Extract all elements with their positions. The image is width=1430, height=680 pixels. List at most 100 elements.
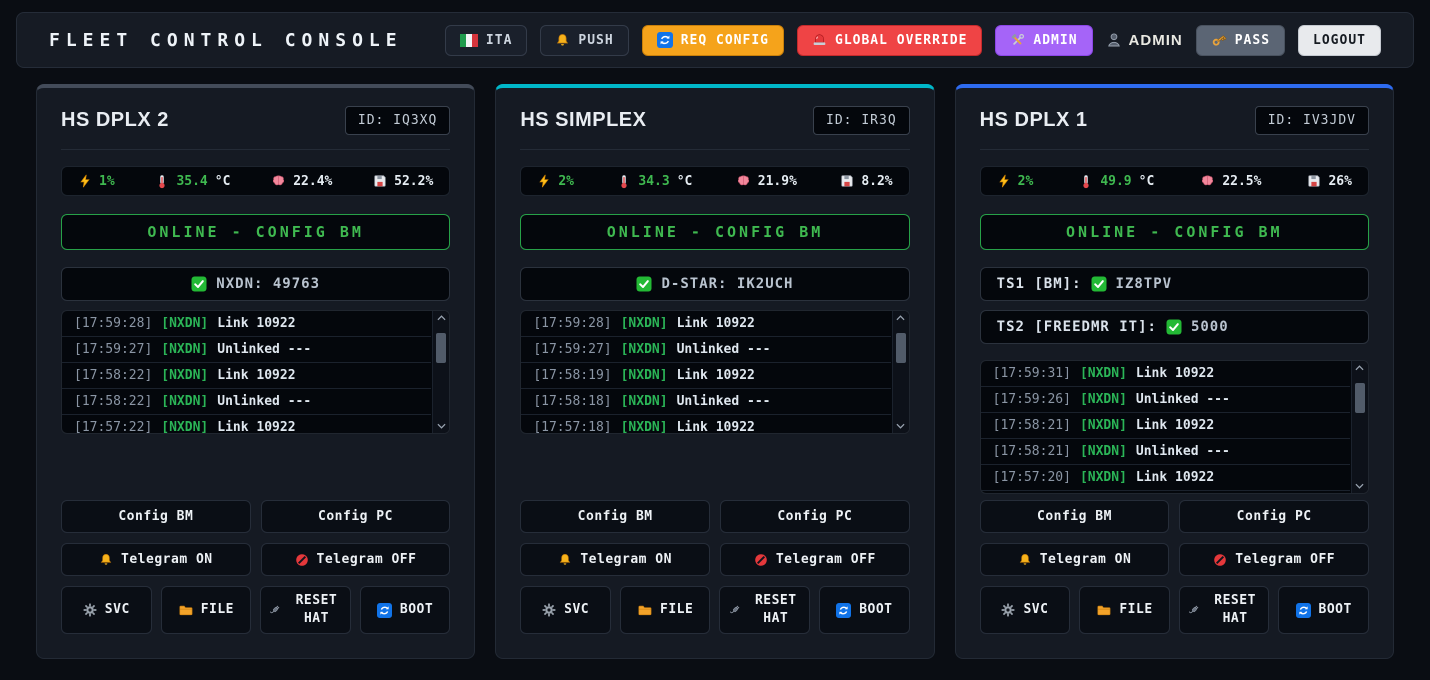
config-pc-button[interactable]: Config PC <box>1179 500 1369 533</box>
log-entry: [17:57:20][NXDN]Link 10922 <box>981 465 1350 491</box>
device-card-hs-simplex: HS SIMPLEX ID: IR3Q 2% 34.3°C 21.9% 8.2%… <box>495 84 934 659</box>
config-pc-button[interactable]: Config PC <box>720 500 910 533</box>
config-bm-button[interactable]: Config BM <box>520 500 710 533</box>
scroll-up-icon[interactable] <box>1355 361 1364 375</box>
boot-button[interactable]: BOOT <box>360 586 451 634</box>
stat-temperature-value: 35.4 <box>176 174 207 189</box>
stat-temperature-unit: °C <box>215 174 231 189</box>
log-panel[interactable]: [17:59:28][NXDN]Link 10922 [17:59:27][NX… <box>61 310 450 434</box>
divider <box>980 149 1369 150</box>
stat-temperature-unit: °C <box>677 174 693 189</box>
stat-temperature: 34.3°C <box>617 174 692 189</box>
req-config-button[interactable]: REQ CONFIG <box>642 25 784 56</box>
scroll-down-icon[interactable] <box>896 419 905 433</box>
push-button[interactable]: PUSH <box>540 25 628 56</box>
scrollbar[interactable] <box>892 311 909 433</box>
log-entry: [17:58:21][NXDN]Unlinked --- <box>981 439 1350 465</box>
thermometer-icon <box>1079 174 1093 189</box>
scroll-up-icon[interactable] <box>437 311 446 325</box>
sync-icon <box>836 603 851 618</box>
lightning-bolt-icon <box>78 174 92 188</box>
log-entry: [17:58:18][NXDN]Unlinked --- <box>521 389 890 415</box>
pass-button[interactable]: PASS <box>1196 25 1285 56</box>
stat-memory: 22.5% <box>1200 174 1261 189</box>
hammer-wrench-icon <box>1010 33 1025 48</box>
scroll-down-icon[interactable] <box>1355 479 1364 493</box>
telegram-off-button[interactable]: Telegram OFF <box>1179 543 1369 576</box>
svc-button[interactable]: SVC <box>520 586 611 634</box>
device-id-badge: ID: IR3Q <box>813 106 910 135</box>
telegram-on-button[interactable]: Telegram ON <box>520 543 710 576</box>
stat-power-value: 1% <box>99 174 115 189</box>
bell-icon <box>555 33 570 48</box>
card-deck: HS DPLX 2 ID: IQ3XQ 1% 35.4°C 22.4% 52.2… <box>36 84 1394 659</box>
log-panel[interactable]: [17:59:28][NXDN]Link 10922 [17:59:27][NX… <box>520 310 909 434</box>
floppy-icon <box>1307 174 1321 188</box>
file-button[interactable]: FILE <box>620 586 711 634</box>
sync-icon <box>1296 603 1311 618</box>
mode-slot-value: NXDN: 49763 <box>216 276 320 292</box>
reset-hat-button[interactable]: RESET HAT <box>260 586 351 634</box>
plug-icon <box>1187 603 1201 617</box>
reset-hat-button[interactable]: RESET HAT <box>719 586 810 634</box>
file-button[interactable]: FILE <box>161 586 252 634</box>
config-pc-button[interactable]: Config PC <box>261 500 451 533</box>
device-id-badge: ID: IQ3XQ <box>345 106 450 135</box>
device-id-badge: ID: IV3JDV <box>1255 106 1369 135</box>
svc-button[interactable]: SVC <box>61 586 152 634</box>
file-button[interactable]: FILE <box>1079 586 1170 634</box>
pass-label: PASS <box>1235 33 1270 48</box>
stat-memory-value: 21.9% <box>758 174 797 189</box>
timeslot-2: TS2 [FREEDMR IT]: 5000 <box>980 310 1369 344</box>
log-entry: [17:59:31][NXDN]Link 10922 <box>981 361 1350 387</box>
check-icon <box>1166 319 1182 335</box>
log-entry: [17:59:26][NXDN]Unlinked --- <box>981 387 1350 413</box>
scrollbar[interactable] <box>1351 361 1368 493</box>
stat-power-value: 2% <box>558 174 574 189</box>
language-button[interactable]: ITA <box>445 25 527 56</box>
key-icon <box>1211 32 1227 48</box>
prohibited-icon <box>295 553 309 567</box>
stats-bar: 2% 49.9°C 22.5% 26% <box>980 166 1369 196</box>
stat-temperature: 35.4 °C <box>155 174 230 189</box>
stat-memory-value: 22.5% <box>1222 174 1261 189</box>
telegram-on-button[interactable]: Telegram ON <box>61 543 251 576</box>
folder-icon <box>178 603 193 617</box>
svc-button[interactable]: SVC <box>980 586 1071 634</box>
config-bm-button[interactable]: Config BM <box>61 500 251 533</box>
stat-power-value: 2% <box>1018 174 1034 189</box>
global-override-button[interactable]: GLOBAL OVERRIDE <box>797 25 982 56</box>
boot-button[interactable]: BOOT <box>1278 586 1369 634</box>
card-title: HS SIMPLEX <box>520 109 646 132</box>
status-banner: ONLINE - CONFIG BM <box>980 214 1369 250</box>
thermometer-icon <box>617 174 631 189</box>
italian-flag-icon <box>460 34 478 47</box>
scroll-down-icon[interactable] <box>437 419 446 433</box>
status-banner: ONLINE - CONFIG BM <box>61 214 450 250</box>
boot-button[interactable]: BOOT <box>819 586 910 634</box>
reset-hat-button[interactable]: RESET HAT <box>1179 586 1270 634</box>
scroll-up-icon[interactable] <box>896 311 905 325</box>
scrollbar-thumb[interactable] <box>896 333 906 363</box>
floppy-icon <box>840 174 854 188</box>
config-bm-button[interactable]: Config BM <box>980 500 1170 533</box>
log-entry: [17:58:19][NXDN]Link 10922 <box>521 363 890 389</box>
mode-slot-value: D-STAR: IK2UCH <box>661 276 793 292</box>
telegram-off-button[interactable]: Telegram OFF <box>720 543 910 576</box>
telegram-on-button[interactable]: Telegram ON <box>980 543 1170 576</box>
language-label: ITA <box>486 33 512 48</box>
logout-button[interactable]: LOGOUT <box>1298 25 1381 56</box>
current-user-label: ADMIN <box>1129 32 1183 49</box>
log-panel[interactable]: [17:59:31][NXDN]Link 10922 [17:59:26][NX… <box>980 360 1369 494</box>
telegram-off-button[interactable]: Telegram OFF <box>261 543 451 576</box>
divider <box>520 149 909 150</box>
plug-icon <box>728 603 742 617</box>
scrollbar[interactable] <box>432 311 449 433</box>
log-entry: [17:57:22][NXDN]Link 10922 <box>62 415 431 434</box>
admin-tools-button[interactable]: ADMIN <box>995 25 1092 56</box>
thermometer-icon <box>155 174 169 189</box>
scrollbar-thumb[interactable] <box>1355 383 1365 413</box>
scrollbar-thumb[interactable] <box>436 333 446 363</box>
stat-power: 2% <box>537 174 574 189</box>
siren-icon <box>812 33 827 48</box>
